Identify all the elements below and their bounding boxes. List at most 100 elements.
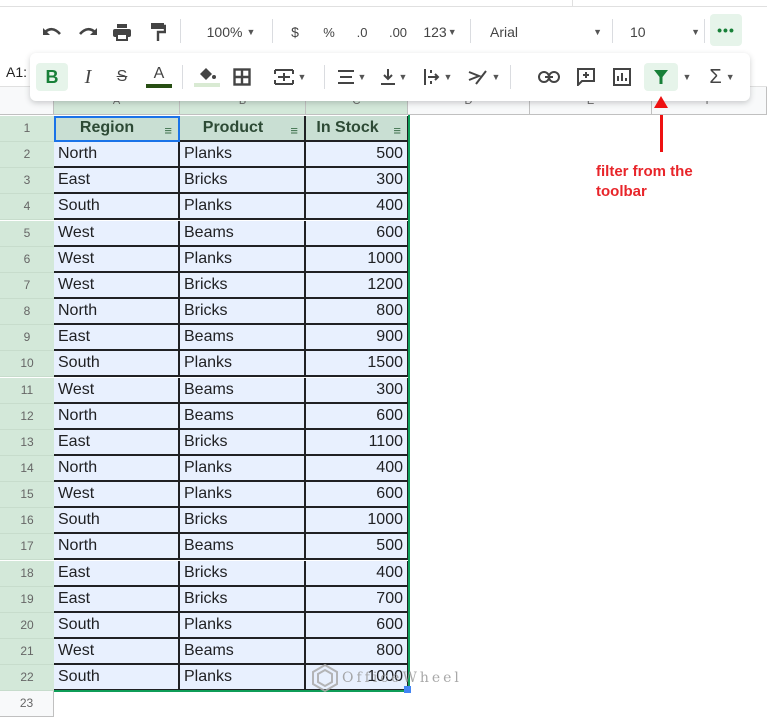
create-filter-button[interactable] bbox=[644, 63, 678, 91]
row-header-2[interactable]: 2 bbox=[0, 142, 54, 169]
cell-region[interactable]: East bbox=[54, 429, 180, 456]
filter-dropdown-icon[interactable]: ≡ bbox=[393, 119, 401, 140]
cell-region[interactable]: West bbox=[54, 246, 180, 273]
cell-in-stock[interactable]: 600 bbox=[306, 612, 409, 639]
cell-region[interactable]: West bbox=[54, 482, 180, 509]
row-header-23[interactable]: 23 bbox=[0, 691, 54, 718]
cell-in-stock[interactable]: 1200 bbox=[306, 272, 409, 299]
row-header-15[interactable]: 15 bbox=[0, 482, 54, 509]
cell-in-stock[interactable]: 600 bbox=[306, 482, 409, 509]
currency-button[interactable]: $ bbox=[286, 21, 304, 43]
merge-cells-button[interactable]: ▼ bbox=[266, 63, 314, 91]
insert-comment-button[interactable] bbox=[574, 63, 598, 91]
borders-button[interactable] bbox=[230, 63, 254, 91]
cell-product[interactable]: Bricks bbox=[180, 429, 306, 456]
undo-button[interactable] bbox=[40, 21, 64, 43]
cell-in-stock[interactable]: 900 bbox=[306, 325, 409, 352]
row-header-21[interactable]: 21 bbox=[0, 639, 54, 665]
row-header-22[interactable]: 22 bbox=[0, 665, 54, 692]
row-header-9[interactable]: 9 bbox=[0, 325, 54, 352]
cell-region[interactable]: West bbox=[54, 377, 180, 404]
cell-in-stock[interactable]: 300 bbox=[306, 377, 409, 404]
row-header-12[interactable]: 12 bbox=[0, 403, 54, 430]
cell-product[interactable]: Bricks bbox=[180, 272, 306, 299]
cell-product[interactable]: Beams bbox=[180, 220, 306, 247]
cell-in-stock[interactable]: 800 bbox=[306, 299, 409, 326]
cell-product[interactable]: Beams bbox=[180, 534, 306, 561]
cell-in-stock[interactable]: 600 bbox=[306, 403, 409, 430]
percent-button[interactable]: % bbox=[320, 21, 338, 43]
row-header-5[interactable]: 5 bbox=[0, 220, 54, 247]
cell-product[interactable]: Planks bbox=[180, 482, 306, 509]
cell-region[interactable]: North bbox=[54, 534, 180, 561]
cell-product[interactable]: Beams bbox=[180, 639, 306, 665]
row-header-7[interactable]: 7 bbox=[0, 272, 54, 299]
cell-region[interactable]: East bbox=[54, 560, 180, 587]
functions-button[interactable]: Σ ▼ bbox=[702, 63, 742, 91]
more-formats-button[interactable]: 123 ▼ bbox=[420, 21, 460, 43]
row-header-6[interactable]: 6 bbox=[0, 246, 54, 273]
row-header-16[interactable]: 16 bbox=[0, 508, 54, 535]
header-cell-in-stock[interactable]: In Stock ≡ bbox=[306, 116, 409, 142]
cell-product[interactable]: Planks bbox=[180, 612, 306, 639]
vertical-align-button[interactable]: ▼ bbox=[376, 63, 412, 91]
text-color-button[interactable]: A bbox=[146, 63, 172, 91]
cell-region[interactable]: South bbox=[54, 351, 180, 378]
cell-in-stock[interactable]: 500 bbox=[306, 142, 409, 169]
bold-button[interactable]: B bbox=[36, 63, 68, 91]
cell-product[interactable]: Planks bbox=[180, 142, 306, 169]
cell-product[interactable]: Planks bbox=[180, 194, 306, 221]
cell-in-stock[interactable]: 1500 bbox=[306, 351, 409, 378]
cell-in-stock[interactable]: 400 bbox=[306, 560, 409, 587]
row-header-14[interactable]: 14 bbox=[0, 455, 54, 482]
cell-in-stock[interactable]: 1000 bbox=[306, 246, 409, 273]
cell-product[interactable]: Planks bbox=[180, 246, 306, 273]
increase-decimal-button[interactable]: .00 bbox=[384, 21, 412, 43]
row-header-1[interactable]: 1 bbox=[0, 116, 54, 142]
cell-region[interactable]: South bbox=[54, 508, 180, 535]
zoom-select[interactable]: 100% ▼ bbox=[196, 21, 266, 43]
header-cell-region[interactable]: Region ≡ bbox=[54, 116, 180, 142]
horizontal-align-button[interactable]: ▼ bbox=[334, 63, 370, 91]
row-header-4[interactable]: 4 bbox=[0, 194, 54, 221]
cell-product[interactable]: Bricks bbox=[180, 168, 306, 195]
filter-views-dropdown[interactable]: ▼ bbox=[680, 63, 694, 91]
cell-region[interactable]: North bbox=[54, 403, 180, 430]
cell-region[interactable]: South bbox=[54, 612, 180, 639]
row-header-10[interactable]: 10 bbox=[0, 351, 54, 378]
row-header-13[interactable]: 13 bbox=[0, 429, 54, 456]
cell-in-stock[interactable]: 1100 bbox=[306, 429, 409, 456]
row-header-18[interactable]: 18 bbox=[0, 560, 54, 587]
paint-format-button[interactable] bbox=[146, 21, 170, 43]
redo-button[interactable] bbox=[76, 21, 100, 43]
fill-color-button[interactable] bbox=[194, 63, 220, 91]
italic-button[interactable]: I bbox=[76, 63, 100, 91]
cell-product[interactable]: Bricks bbox=[180, 560, 306, 587]
cell-region[interactable]: North bbox=[54, 299, 180, 326]
cell-region[interactable]: East bbox=[54, 586, 180, 613]
cell-product[interactable]: Bricks bbox=[180, 299, 306, 326]
row-header-19[interactable]: 19 bbox=[0, 586, 54, 613]
cell-product[interactable]: Bricks bbox=[180, 508, 306, 535]
cell-region[interactable]: East bbox=[54, 325, 180, 352]
cell-product[interactable]: Planks bbox=[180, 455, 306, 482]
cell-product[interactable]: Beams bbox=[180, 403, 306, 430]
row-header-20[interactable]: 20 bbox=[0, 612, 54, 639]
cell-in-stock[interactable]: 800 bbox=[306, 639, 409, 665]
filter-dropdown-icon[interactable]: ≡ bbox=[290, 119, 298, 140]
strikethrough-button[interactable]: S bbox=[110, 63, 134, 91]
cell-product[interactable]: Beams bbox=[180, 377, 306, 404]
cell-region[interactable]: South bbox=[54, 194, 180, 221]
filter-dropdown-icon[interactable]: ≡ bbox=[164, 119, 172, 140]
row-header-8[interactable]: 8 bbox=[0, 299, 54, 326]
row-header-3[interactable]: 3 bbox=[0, 168, 54, 195]
header-cell-product[interactable]: Product ≡ bbox=[180, 116, 306, 142]
text-rotation-button[interactable]: ▼ bbox=[464, 63, 504, 91]
cell-in-stock[interactable]: 700 bbox=[306, 586, 409, 613]
cell-in-stock[interactable]: 400 bbox=[306, 455, 409, 482]
row-header-11[interactable]: 11 bbox=[0, 377, 54, 404]
decrease-decimal-button[interactable]: .0 bbox=[352, 21, 372, 43]
cell-region[interactable]: West bbox=[54, 220, 180, 247]
cell-region[interactable]: East bbox=[54, 168, 180, 195]
cell-in-stock[interactable]: 1000 bbox=[306, 508, 409, 535]
